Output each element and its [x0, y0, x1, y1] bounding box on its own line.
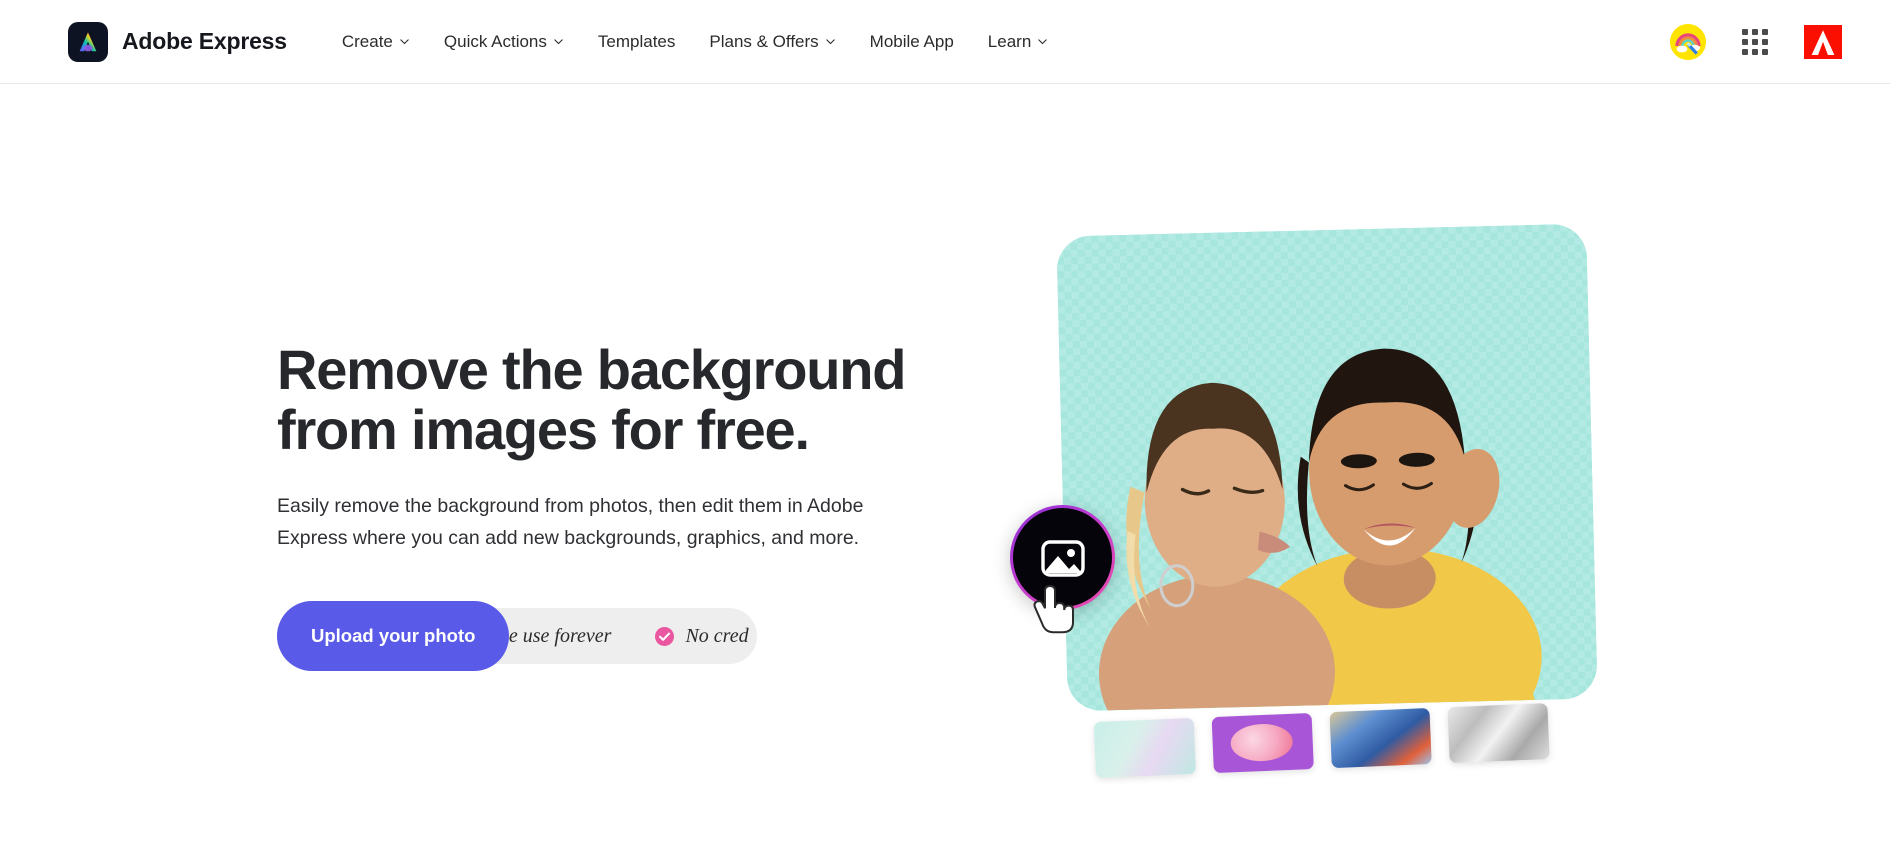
- brand-home-link[interactable]: Adobe Express: [68, 21, 287, 62]
- adobe-logo-icon[interactable]: [1804, 24, 1842, 59]
- user-avatar-rainbow-icon: [1670, 23, 1706, 60]
- nav-item-templates[interactable]: Templates: [581, 24, 692, 60]
- hero-photo: [1056, 223, 1598, 712]
- page-root: Adobe Express Create Quick Actions Templ…: [0, 0, 1900, 860]
- nav-label: Create: [341, 31, 393, 51]
- page-title: Remove the background from images for fr…: [277, 338, 957, 462]
- benefit-label: No cred: [685, 624, 749, 647]
- image-photo-icon: [1040, 539, 1085, 577]
- nav-label: Mobile App: [869, 31, 954, 51]
- grid-dot: [1762, 38, 1768, 45]
- grid-dot: [1762, 28, 1768, 35]
- benefit-label: ee use forever: [500, 624, 612, 647]
- nav-label: Templates: [597, 31, 676, 51]
- background-remove-action-button[interactable]: [1010, 505, 1115, 610]
- upload-your-photo-button[interactable]: Upload your photo: [277, 601, 510, 671]
- app-grid-icon[interactable]: [1742, 28, 1768, 55]
- primary-navigation: Create Quick Actions Templates Plans & O…: [325, 24, 1065, 60]
- grid-dot: [1742, 28, 1748, 35]
- grid-dot: [1752, 28, 1758, 35]
- nav-item-learn[interactable]: Learn: [971, 24, 1065, 60]
- grid-dot: [1752, 48, 1758, 55]
- chevron-down-icon: [1038, 39, 1047, 45]
- hero-copy: Remove the background from images for fr…: [277, 338, 957, 554]
- brand-name: Adobe Express: [122, 28, 287, 54]
- chevron-down-icon: [825, 39, 835, 45]
- thumbnail-blue-floral[interactable]: [1329, 708, 1432, 769]
- thumbnail-silver-texture[interactable]: [1447, 703, 1550, 764]
- benefit-no-credit-card: No cred: [655, 624, 749, 648]
- nav-item-mobile-app[interactable]: Mobile App: [853, 24, 971, 60]
- grid-dot: [1752, 38, 1758, 45]
- benefit-free-use: ee use forever: [500, 625, 611, 648]
- chevron-down-icon: [400, 39, 409, 45]
- nav-label: Learn: [987, 31, 1032, 51]
- grid-dot: [1742, 48, 1748, 55]
- header-actions: [1670, 23, 1842, 60]
- nav-item-quick-actions[interactable]: Quick Actions: [427, 24, 581, 60]
- nav-item-plans-offers[interactable]: Plans & Offers: [692, 24, 852, 60]
- two-women-portrait-illustration: [1098, 348, 1542, 712]
- hero-subcopy: Easily remove the background from photos…: [277, 494, 864, 549]
- nav-label: Plans & Offers: [709, 31, 819, 51]
- thumbnail-holographic[interactable]: [1093, 717, 1196, 779]
- site-header: Adobe Express Create Quick Actions Templ…: [0, 0, 1890, 84]
- nav-item-create[interactable]: Create: [325, 24, 427, 60]
- nav-label: Quick Actions: [443, 31, 547, 51]
- check-circle-icon: [655, 626, 675, 646]
- headline-line-2: from images for free.: [277, 398, 810, 462]
- thumbnail-purple-blob[interactable]: [1211, 712, 1314, 774]
- headline-line-1: Remove the background: [277, 338, 906, 401]
- template-thumbnail-strip: [1093, 702, 1577, 794]
- user-avatar[interactable]: [1670, 23, 1706, 60]
- grid-dot: [1762, 48, 1768, 55]
- grid-dot: [1742, 38, 1748, 45]
- hero-illustration: [1010, 200, 1630, 820]
- hero-photo-card: [1056, 223, 1598, 712]
- adobe-express-logo-icon: [68, 21, 108, 62]
- chevron-down-icon: [554, 39, 563, 45]
